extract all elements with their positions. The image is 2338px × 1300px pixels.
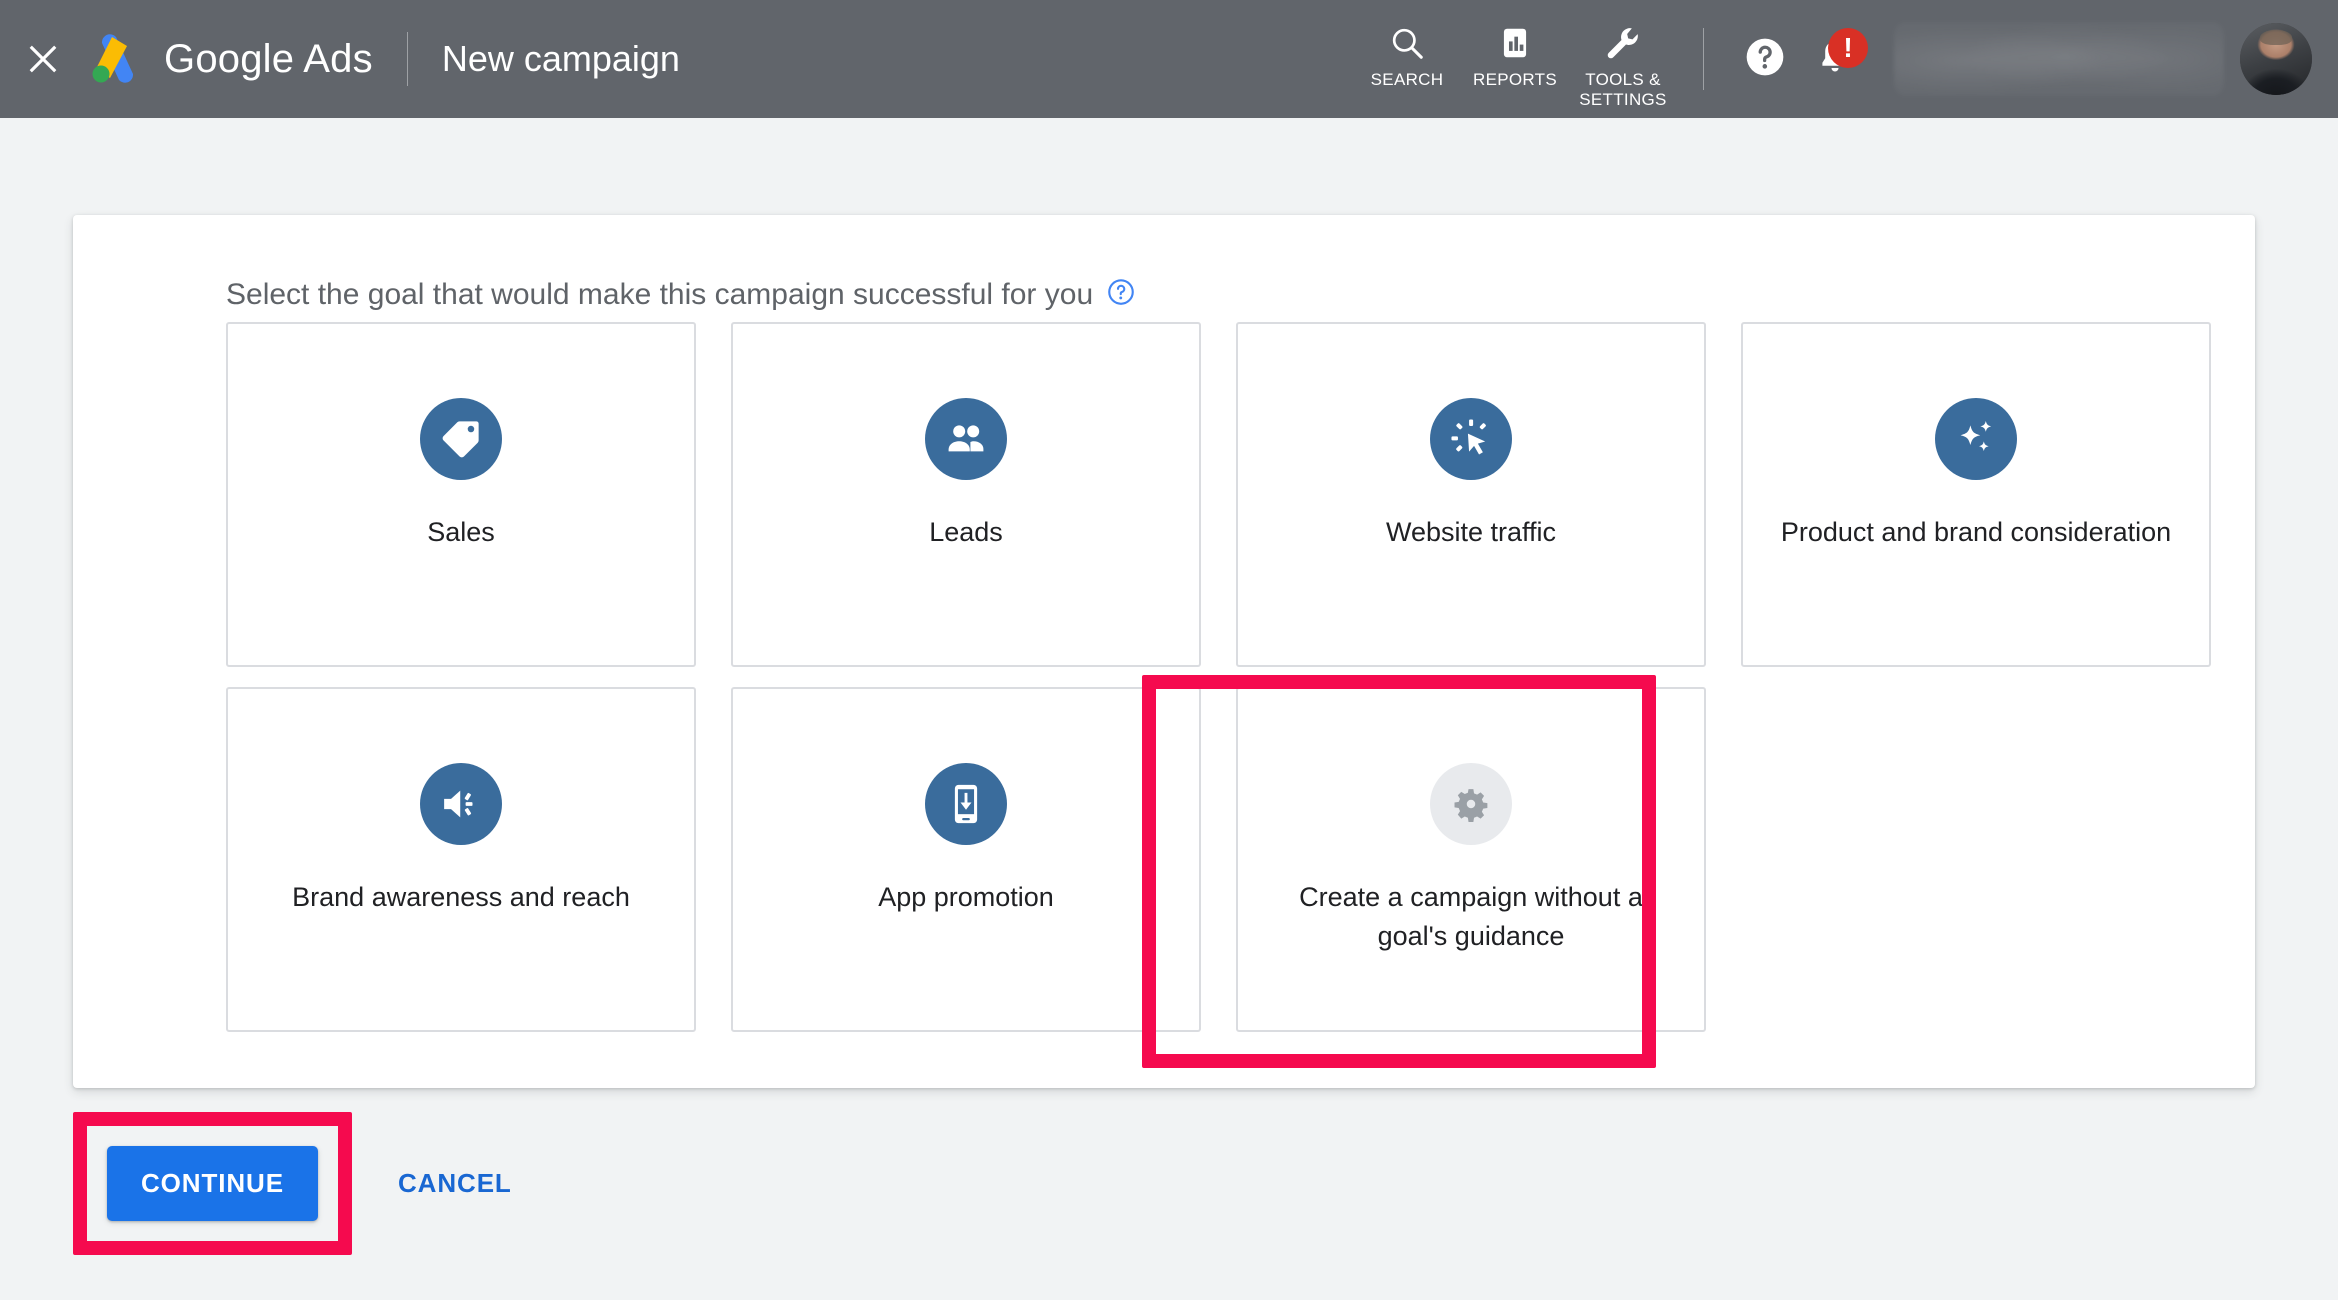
notification-badge: ! [1828,28,1868,68]
goal-label: Product and brand consideration [1780,517,2172,547]
goal-prompt-text: Select the goal that would make this cam… [226,277,1094,311]
search-button[interactable]: SEARCH [1353,8,1461,90]
goal-label: Brand awareness and reach [292,882,630,912]
goal-label: Leads [929,517,1003,547]
goal-label: App promotion [878,882,1054,912]
reports-label: REPORTS [1473,70,1557,89]
search-icon [1388,22,1426,64]
click-cursor-icon [1430,398,1512,480]
avatar-highlight [2260,30,2292,45]
goal-prompt-row: Select the goal that would make this cam… [226,277,1136,312]
close-button[interactable] [0,0,86,118]
goal-label: Sales [427,517,495,547]
goal-card-sales[interactable]: Sales [226,322,696,667]
goal-card-product-and-brand-consideration[interactable]: Product and brand consideration [1741,322,2211,667]
campaign-goal-panel: Select the goal that would make this cam… [73,215,2255,1088]
goal-card-brand-awareness-and-reach[interactable]: Brand awareness and reach [226,687,696,1032]
goal-card-grid: Sales Leads Website traffic Product and … [226,322,2211,1032]
goal-label: Create a campaign without a goal's guida… [1299,882,1643,951]
close-icon [22,38,64,80]
annotation-highlight-continue: CONTINUE [73,1112,352,1255]
header-tool-group: SEARCH REPORTS TOOLS & SETTINGS [1353,8,1677,110]
goal-card-website-traffic[interactable]: Website traffic [1236,322,1706,667]
header-divider-secondary [1703,28,1704,90]
speaker-icon [420,763,502,845]
goal-card-without-goal-guidance[interactable]: Create a campaign without a goal's guida… [1236,687,1706,1032]
sparkles-icon [1935,398,2017,480]
help-circle-outline-icon[interactable] [1106,277,1136,312]
brand-name: Google Ads [164,36,373,81]
footer-actions: CONTINUE CANCEL [73,1112,512,1255]
avatar[interactable] [2240,23,2312,95]
account-name-redacted[interactable] [1894,22,2224,96]
phone-download-icon [925,763,1007,845]
search-label: SEARCH [1370,70,1444,89]
cancel-link[interactable]: CANCEL [398,1168,512,1199]
goal-card-app-promotion[interactable]: App promotion [731,687,1201,1032]
page-title: New campaign [441,38,680,79]
gear-icon [1430,763,1512,845]
goal-label: Website traffic [1385,517,1557,547]
google-ads-logo-icon [86,34,142,84]
reports-icon [1496,22,1534,64]
tools-and-settings-label: TOOLS & SETTINGS [1579,70,1667,109]
brand-home-link[interactable]: Google Ads [86,34,373,84]
notifications-button[interactable]: ! [1800,24,1870,94]
continue-button[interactable]: CONTINUE [107,1146,318,1221]
price-tag-icon [420,398,502,480]
header-divider [406,32,408,86]
wrench-icon [1603,22,1643,64]
help-circle-icon [1743,35,1787,84]
help-button[interactable] [1730,24,1800,94]
reports-button[interactable]: REPORTS [1461,8,1569,90]
app-header: Google Ads New campaign SEARCH REPORTS T… [0,0,2338,118]
goal-card-leads[interactable]: Leads [731,322,1201,667]
people-icon [925,398,1007,480]
tools-and-settings-button[interactable]: TOOLS & SETTINGS [1569,8,1677,110]
